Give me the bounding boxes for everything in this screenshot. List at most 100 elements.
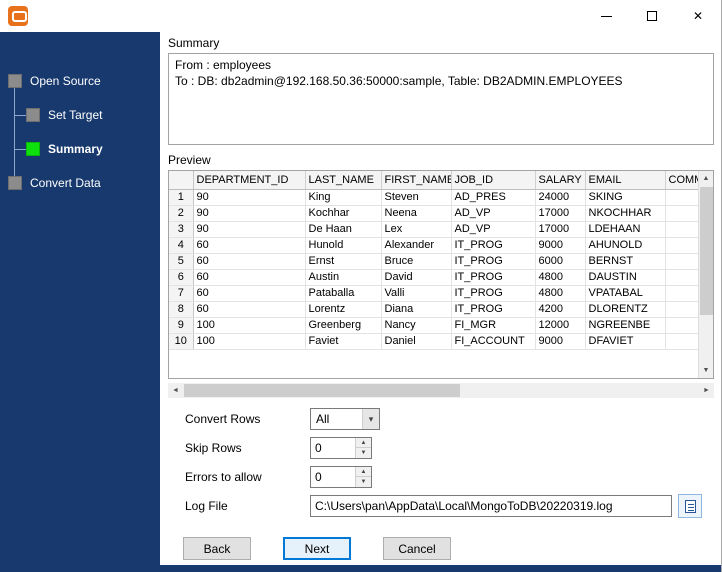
- cell[interactable]: 60: [193, 285, 306, 302]
- cell[interactable]: IT_PROG: [451, 253, 536, 270]
- spin-up-icon[interactable]: ▲: [356, 438, 371, 448]
- cell[interactable]: 90: [193, 189, 306, 206]
- row-number[interactable]: 2: [169, 205, 194, 222]
- cell[interactable]: [665, 205, 699, 222]
- cell[interactable]: 24000: [535, 189, 586, 206]
- cell[interactable]: 12000: [535, 317, 586, 334]
- cell[interactable]: IT_PROG: [451, 269, 536, 286]
- close-button[interactable]: ✕: [675, 0, 721, 32]
- cell[interactable]: 17000: [535, 221, 586, 238]
- spin-down-icon[interactable]: ▼: [356, 448, 371, 458]
- cell[interactable]: Faviet: [305, 333, 382, 350]
- cell[interactable]: LDEHAAN: [585, 221, 666, 238]
- cell[interactable]: 100: [193, 317, 306, 334]
- cell[interactable]: 100: [193, 333, 306, 350]
- cell[interactable]: Nancy: [381, 317, 452, 334]
- cancel-button[interactable]: Cancel: [383, 537, 451, 560]
- horizontal-scrollbar[interactable]: ◄ ►: [168, 383, 714, 398]
- cell[interactable]: 4200: [535, 301, 586, 318]
- scroll-right-icon[interactable]: ►: [699, 383, 714, 398]
- row-number[interactable]: 1: [169, 189, 194, 206]
- cell[interactable]: Austin: [305, 269, 382, 286]
- cell[interactable]: 4800: [535, 285, 586, 302]
- sidebar-item-convert-data[interactable]: Convert Data: [8, 176, 101, 190]
- cell[interactable]: DFAVIET: [585, 333, 666, 350]
- cell[interactable]: [665, 285, 699, 302]
- cell[interactable]: Diana: [381, 301, 452, 318]
- back-button[interactable]: Back: [183, 537, 251, 560]
- cell[interactable]: [665, 237, 699, 254]
- cell[interactable]: BERNST: [585, 253, 666, 270]
- cell[interactable]: 17000: [535, 205, 586, 222]
- cell[interactable]: FI_MGR: [451, 317, 536, 334]
- row-number[interactable]: 5: [169, 253, 194, 270]
- cell[interactable]: IT_PROG: [451, 237, 536, 254]
- cell[interactable]: NKOCHHAR: [585, 205, 666, 222]
- cell[interactable]: 6000: [535, 253, 586, 270]
- log-file-input[interactable]: [310, 495, 672, 517]
- cell[interactable]: Alexander: [381, 237, 452, 254]
- vertical-scrollbar[interactable]: ▲ ▼: [698, 171, 713, 378]
- cell[interactable]: 60: [193, 237, 306, 254]
- column-header[interactable]: COMMI: [665, 171, 699, 190]
- cell[interactable]: Pataballa: [305, 285, 382, 302]
- column-header[interactable]: EMAIL: [585, 171, 666, 190]
- next-button[interactable]: Next: [283, 537, 351, 560]
- cell[interactable]: Neena: [381, 205, 452, 222]
- cell[interactable]: AD_VP: [451, 221, 536, 238]
- table-row[interactable]: 8 60 Lorentz Diana IT_PROG 4200 DLORENTZ: [169, 301, 699, 318]
- minimize-button[interactable]: [583, 0, 629, 32]
- row-number[interactable]: 7: [169, 285, 194, 302]
- column-header[interactable]: SALARY: [535, 171, 586, 190]
- vertical-scrollbar-thumb[interactable]: [699, 187, 713, 315]
- table-row[interactable]: 9 100 Greenberg Nancy FI_MGR 12000 NGREENBE: [169, 317, 699, 334]
- cell[interactable]: Valli: [381, 285, 452, 302]
- cell[interactable]: 60: [193, 301, 306, 318]
- cell[interactable]: Greenberg: [305, 317, 382, 334]
- cell[interactable]: 4800: [535, 269, 586, 286]
- cell[interactable]: King: [305, 189, 382, 206]
- spin-up-icon[interactable]: ▲: [356, 467, 371, 477]
- cell[interactable]: 60: [193, 253, 306, 270]
- spin-down-icon[interactable]: ▼: [356, 477, 371, 487]
- cell[interactable]: IT_PROG: [451, 301, 536, 318]
- cell[interactable]: 9000: [535, 237, 586, 254]
- row-number[interactable]: 4: [169, 237, 194, 254]
- cell[interactable]: David: [381, 269, 452, 286]
- cell[interactable]: AHUNOLD: [585, 237, 666, 254]
- cell[interactable]: FI_ACCOUNT: [451, 333, 536, 350]
- table-row[interactable]: 1 90 King Steven AD_PRES 24000 SKING: [169, 189, 699, 206]
- table-row[interactable]: 7 60 Pataballa Valli IT_PROG 4800 VPATABAL: [169, 285, 699, 302]
- cell[interactable]: De Haan: [305, 221, 382, 238]
- sidebar-item-set-target[interactable]: Set Target: [26, 108, 102, 122]
- scroll-left-icon[interactable]: ◄: [168, 383, 183, 398]
- cell[interactable]: 90: [193, 221, 306, 238]
- table-row[interactable]: 3 90 De Haan Lex AD_VP 17000 LDEHAAN: [169, 221, 699, 238]
- table-row[interactable]: 6 60 Austin David IT_PROG 4800 DAUSTIN: [169, 269, 699, 286]
- row-number[interactable]: 10: [169, 333, 194, 350]
- sidebar-item-open-source[interactable]: Open Source: [8, 74, 101, 88]
- cell[interactable]: [665, 221, 699, 238]
- cell[interactable]: DLORENTZ: [585, 301, 666, 318]
- scroll-down-icon[interactable]: ▼: [699, 363, 714, 378]
- cell[interactable]: Lorentz: [305, 301, 382, 318]
- cell[interactable]: Lex: [381, 221, 452, 238]
- errors-to-allow-input[interactable]: [311, 467, 355, 487]
- row-number-header[interactable]: [169, 171, 194, 190]
- cell[interactable]: 90: [193, 205, 306, 222]
- cell[interactable]: Ernst: [305, 253, 382, 270]
- cell[interactable]: Bruce: [381, 253, 452, 270]
- cell[interactable]: [665, 253, 699, 270]
- cell[interactable]: [665, 301, 699, 318]
- horizontal-scrollbar-thumb[interactable]: [184, 384, 460, 397]
- cell[interactable]: 60: [193, 269, 306, 286]
- row-number[interactable]: 8: [169, 301, 194, 318]
- open-log-button[interactable]: [678, 494, 702, 518]
- cell[interactable]: SKING: [585, 189, 666, 206]
- table-row[interactable]: 5 60 Ernst Bruce IT_PROG 6000 BERNST: [169, 253, 699, 270]
- row-number[interactable]: 3: [169, 221, 194, 238]
- cell[interactable]: Daniel: [381, 333, 452, 350]
- maximize-button[interactable]: [629, 0, 675, 32]
- cell[interactable]: DAUSTIN: [585, 269, 666, 286]
- cell[interactable]: [665, 189, 699, 206]
